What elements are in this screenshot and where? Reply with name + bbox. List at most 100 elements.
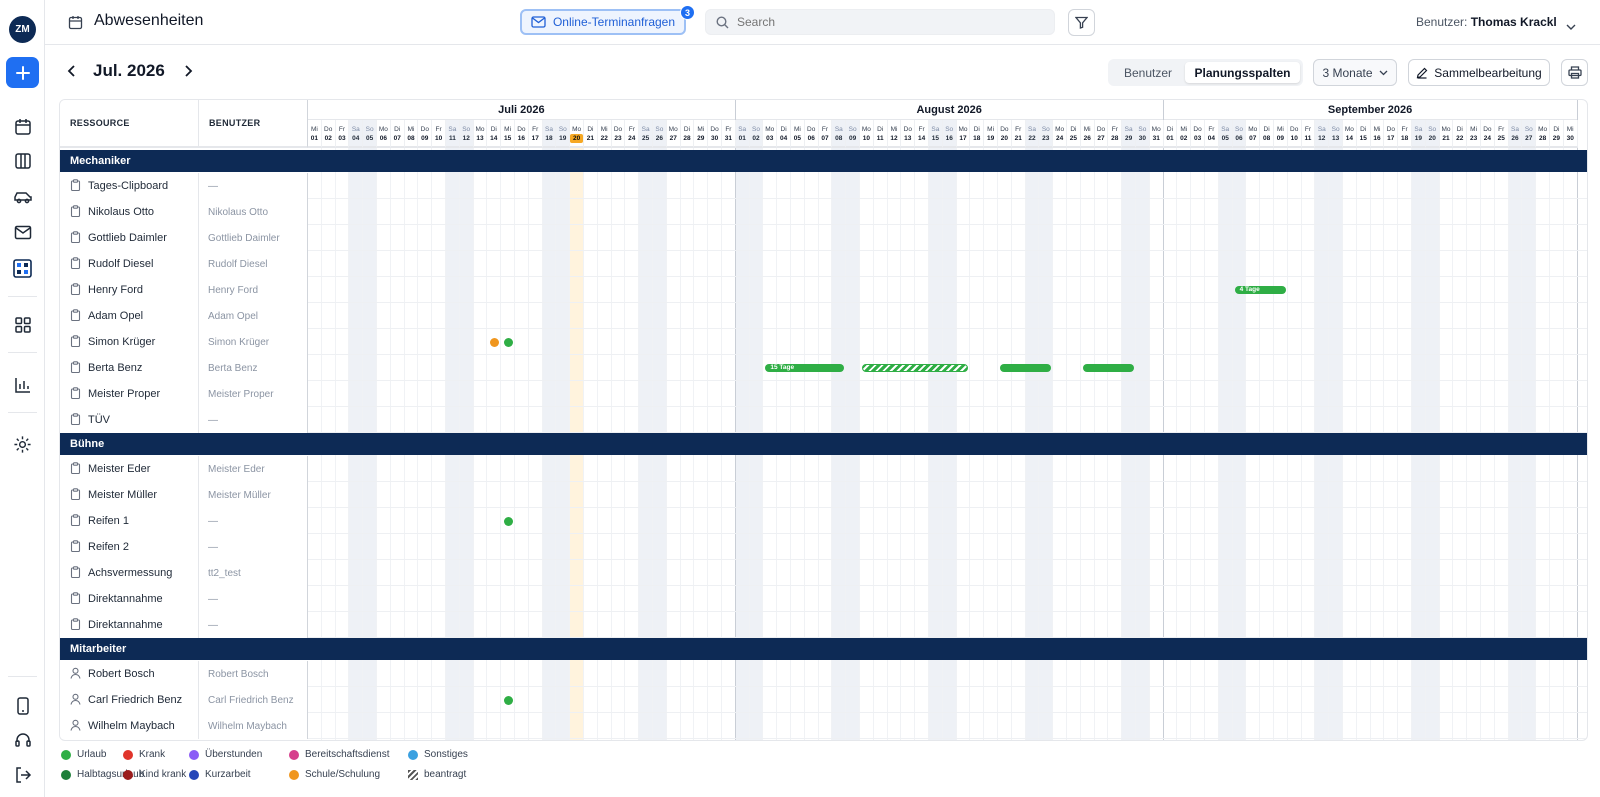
day-number: 03 xyxy=(766,135,774,142)
user-cell: Nikolaus Otto xyxy=(199,199,308,225)
chevron-down-icon[interactable] xyxy=(1566,17,1576,35)
resource-row: Reifen 2 — xyxy=(60,534,1587,560)
resource-cell[interactable]: Nikolaus Otto xyxy=(60,199,199,225)
absence-bar[interactable] xyxy=(1082,364,1134,372)
user-cell: — xyxy=(199,508,308,534)
day-weekday: Sa xyxy=(1028,126,1036,133)
search-input[interactable] xyxy=(737,15,1037,29)
day-number: 10 xyxy=(434,135,443,142)
settings-icon[interactable] xyxy=(12,434,33,455)
logout-icon[interactable] xyxy=(12,764,33,785)
view-benutzer-button[interactable]: Benutzer xyxy=(1112,62,1184,83)
day-weekday: Mo xyxy=(1151,126,1161,133)
resource-cell[interactable]: Achsvermessung xyxy=(60,560,199,586)
absence-dot[interactable] xyxy=(503,695,513,705)
add-button[interactable] xyxy=(6,57,39,88)
user-selector[interactable]: Benutzer: Thomas Krackl xyxy=(1416,15,1557,29)
day-weekday: So xyxy=(1235,126,1243,133)
mail-icon[interactable] xyxy=(12,222,33,243)
bulk-edit-button[interactable]: Sammelbearbeitung xyxy=(1408,59,1550,86)
legend-item: Kurzarbeit xyxy=(189,769,251,780)
chart-icon[interactable] xyxy=(12,374,33,395)
day-number: 15 xyxy=(503,135,512,142)
resource-cell[interactable]: Reifen 1 xyxy=(60,508,199,534)
calendar-icon[interactable] xyxy=(12,116,33,137)
view-planungsspalten-button[interactable]: Planungsspalten xyxy=(1185,62,1300,83)
planner-icon[interactable] xyxy=(12,258,33,279)
column-header-resource: RESSOURCE xyxy=(60,100,199,148)
group-header: Mitarbeiter xyxy=(60,638,1587,660)
resource-cell[interactable]: Carl Friedrich Benz xyxy=(60,687,199,713)
car-icon[interactable] xyxy=(12,186,33,207)
resource-cell[interactable]: Henry Ford xyxy=(60,277,199,303)
resource-cell[interactable]: Direktannahme xyxy=(60,586,199,612)
day-weekday: Sa xyxy=(738,126,747,133)
resource-name: Meister Proper xyxy=(88,388,161,400)
day-header: Mi 19 xyxy=(984,120,998,148)
resource-cell[interactable]: Wilhelm Maybach xyxy=(60,713,199,739)
resource-cell[interactable]: Reifen 2 xyxy=(60,534,199,560)
phone-icon[interactable] xyxy=(12,695,33,716)
day-weekday: Fr xyxy=(725,126,732,133)
resource-cell[interactable]: Tages-Clipboard xyxy=(60,173,199,199)
absence-dot[interactable] xyxy=(503,516,513,526)
resource-name: Reifen 2 xyxy=(88,541,129,553)
day-header: Do 03 xyxy=(1191,120,1205,148)
range-select[interactable]: 3 Monate xyxy=(1313,59,1397,86)
day-weekday: Mi xyxy=(1373,126,1381,133)
absence-dot[interactable] xyxy=(503,337,513,347)
day-header: Sa 18 xyxy=(542,120,557,148)
day-header: Di 29 xyxy=(1550,120,1564,148)
absence-dot[interactable] xyxy=(489,337,499,347)
day-header: Mi 05 xyxy=(791,120,805,148)
legend-label: Krank xyxy=(139,749,166,760)
day-header: Do 02 xyxy=(321,120,336,148)
current-month-label: Jul. 2026 xyxy=(93,61,165,80)
day-weekday: Di xyxy=(683,126,691,133)
apps-icon[interactable] xyxy=(12,314,33,335)
columns-icon[interactable] xyxy=(12,150,33,171)
online-requests-button[interactable]: Online-Terminanfragen xyxy=(520,9,686,35)
resource-cell[interactable]: Gottlieb Daimler xyxy=(60,225,199,251)
resource-row: Direktannahme — xyxy=(60,586,1587,612)
range-label: 3 Monate xyxy=(1322,65,1373,80)
chevron-left-icon[interactable] xyxy=(67,64,77,82)
resource-cell[interactable]: TÜV xyxy=(60,407,199,433)
day-header: Fr 28 xyxy=(1108,120,1123,148)
resource-cell[interactable]: Robert Bosch xyxy=(60,661,199,687)
avatar[interactable]: ZM xyxy=(9,16,36,43)
day-weekday: So xyxy=(1041,126,1050,133)
day-weekday: So xyxy=(1428,126,1437,133)
resource-cell[interactable]: Meister Proper xyxy=(60,381,199,407)
month-header: August 2026 xyxy=(735,100,1164,120)
print-button[interactable] xyxy=(1561,59,1588,86)
day-weekday: Di xyxy=(394,126,401,133)
day-number: 22 xyxy=(600,135,608,142)
day-header: Di 15 xyxy=(1356,120,1371,148)
day-number: 30 xyxy=(1138,135,1147,142)
search-box[interactable] xyxy=(705,9,1055,35)
day-weekday: Di xyxy=(1263,126,1270,133)
chevron-down-icon xyxy=(1379,70,1387,75)
absence-bar[interactable]: 15 Tage xyxy=(765,364,845,372)
day-weekday: Fr xyxy=(1498,126,1505,133)
day-number: 28 xyxy=(1538,135,1547,142)
day-header: Mo 31 xyxy=(1149,120,1164,148)
resource-cell[interactable]: Adam Opel xyxy=(60,303,199,329)
headset-icon[interactable] xyxy=(12,729,33,750)
day-header: Sa 15 xyxy=(929,120,943,148)
absence-bar[interactable] xyxy=(862,364,969,372)
resource-cell[interactable]: Simon Krüger xyxy=(60,329,199,355)
day-header: Sa 29 xyxy=(1122,120,1136,148)
resource-cell[interactable]: Meister Müller xyxy=(60,482,199,508)
resource-cell[interactable]: Berta Benz xyxy=(60,355,199,381)
absence-bar[interactable] xyxy=(1000,364,1052,372)
day-weekday: Do xyxy=(1096,126,1106,133)
legend-stripe-swatch xyxy=(408,769,418,780)
resource-cell[interactable]: Rudolf Diesel xyxy=(60,251,199,277)
resource-cell[interactable]: Meister Eder xyxy=(60,456,199,482)
resource-cell[interactable]: Direktannahme xyxy=(60,612,199,638)
filter-button[interactable] xyxy=(1068,9,1095,36)
absence-bar[interactable]: 4 Tage xyxy=(1234,286,1286,294)
chevron-right-icon[interactable] xyxy=(183,64,193,82)
